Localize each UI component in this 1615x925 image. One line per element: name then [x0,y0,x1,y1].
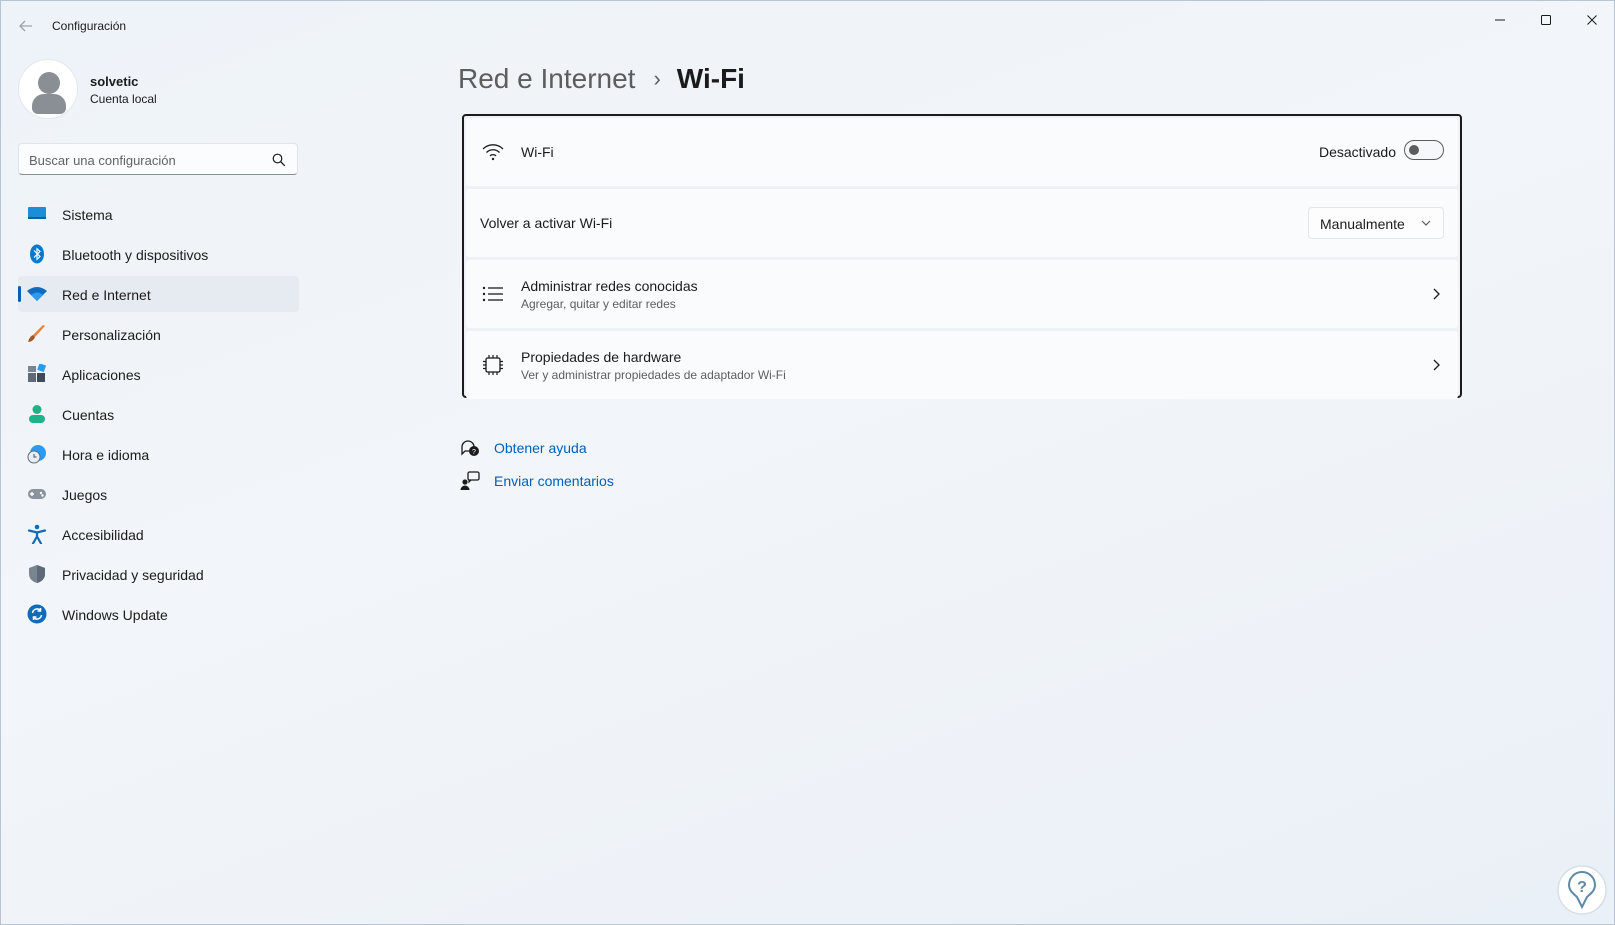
chevron-right-icon [1433,359,1440,371]
breadcrumb-parent[interactable]: Red e Internet [458,63,635,95]
known-networks-title: Administrar redes conocidas [521,278,698,294]
known-networks-subtitle: Agregar, quitar y editar redes [521,297,676,311]
wifi-toggle-switch[interactable] [1404,140,1444,160]
accessibility-icon [27,524,47,544]
feedback-link[interactable]: Enviar comentarios [460,469,614,493]
app-title: Configuración [52,19,127,33]
wifi-icon [482,144,504,161]
sidebar-item-hora-e-idioma[interactable]: Hora e idioma [18,436,299,472]
sidebar-item-label: Sistema [62,207,113,223]
sidebar-item-cuentas[interactable]: Cuentas [18,396,299,432]
update-icon [27,604,47,624]
sidebar-item-aplicaciones[interactable]: Aplicaciones [18,356,299,392]
wifi-title: Wi-Fi [521,144,554,160]
sidebar-item-windows-update[interactable]: Windows Update [18,596,299,632]
sidebar-item-label: Privacidad y seguridad [62,567,204,583]
wifi-settings-group: Wi-Fi Desactivado Volver a activar Wi-Fi… [462,114,1462,399]
sidebar-item-label: Red e Internet [62,287,151,303]
sidebar-item-label: Cuentas [62,407,115,423]
sidebar-nav: Sistema Bluetooth y dispositivos Red e I… [18,196,299,636]
page-title: Wi-Fi [676,63,745,94]
toggle-knob [1409,145,1419,155]
sidebar-item-personalizacion[interactable]: Personalización [18,316,299,352]
clock-globe-icon [27,445,46,464]
breadcrumb-separator: › [653,66,661,91]
close-icon [1587,15,1597,25]
sidebar-item-red-e-internet[interactable]: Red e Internet [18,276,299,312]
sidebar-item-privacidad[interactable]: Privacidad y seguridad [18,556,299,592]
hardware-properties-card[interactable]: Propiedades de hardware Ver y administra… [466,331,1458,399]
sidebar-item-label: Hora e idioma [62,447,150,463]
list-icon [482,286,503,302]
sidebar-item-bluetooth[interactable]: Bluetooth y dispositivos [18,236,299,272]
sidebar-item-label: Windows Update [62,607,168,623]
brush-icon [28,325,45,342]
sidebar-item-label: Aplicaciones [62,367,141,383]
search-box[interactable] [18,143,298,175]
feedback-link-text[interactable]: Enviar comentarios [494,473,614,489]
reactivate-dropdown[interactable]: Manualmente [1308,207,1444,239]
back-arrow-icon [19,20,32,32]
help-link-text[interactable]: Obtener ayuda [494,440,587,456]
search-icon[interactable] [271,152,287,168]
help-icon: ? [461,440,479,456]
sidebar-item-label: Juegos [62,487,108,503]
shield-icon [29,565,45,583]
sidebar-item-label: Accesibilidad [62,527,144,543]
chip-icon [483,355,503,375]
apps-icon [28,364,47,382]
hardware-subtitle: Ver y administrar propiedades de adaptad… [521,368,786,382]
close-button[interactable] [1569,5,1615,35]
known-networks-card[interactable]: Administrar redes conocidas Agregar, qui… [466,260,1458,328]
maximize-button[interactable] [1523,5,1569,35]
sidebar-item-label: Personalización [62,327,161,343]
sidebar-item-sistema[interactable]: Sistema [18,196,299,232]
reactivate-wifi-card: Volver a activar Wi-Fi Manualmente [466,189,1458,257]
gamepad-icon [28,489,46,499]
user-name: solvetic [90,74,139,89]
sidebar-item-label: Bluetooth y dispositivos [62,247,209,263]
account-type: Cuenta local [90,92,157,106]
person-icon [29,405,45,423]
solvetic-logo-icon: ? [1557,865,1607,915]
avatar-head [38,72,60,94]
svg-text:?: ? [472,449,476,456]
monitor-icon [28,207,46,219]
hardware-title: Propiedades de hardware [521,349,682,365]
svg-text:?: ? [1577,879,1587,896]
breadcrumb: Red e Internet › Wi-Fi [458,59,745,99]
reactivate-title: Volver a activar Wi-Fi [480,215,613,231]
minimize-icon [1495,19,1505,21]
bluetooth-icon [30,244,44,264]
avatar-body [32,94,66,114]
avatar[interactable] [18,59,78,119]
wifi-toggle-card: Wi-Fi Desactivado [466,118,1458,186]
wifi-state-label: Desactivado [1318,144,1396,160]
maximize-icon [1541,15,1551,25]
search-input[interactable] [29,150,259,170]
sidebar-item-juegos[interactable]: Juegos [18,476,299,512]
dropdown-value: Manualmente [1320,216,1405,232]
back-button[interactable] [15,15,37,37]
minimize-button[interactable] [1477,5,1523,35]
sidebar-item-accesibilidad[interactable]: Accesibilidad [18,516,299,552]
wifi-icon [27,287,47,301]
title-bar: Configuración [1,1,1614,51]
chevron-down-icon [1421,220,1431,226]
feedback-icon [460,471,480,490]
chevron-right-icon [1433,288,1440,300]
settings-window: Configuración solvetic Cuenta local Sist… [0,0,1615,925]
help-link[interactable]: ? Obtener ayuda [460,436,587,460]
